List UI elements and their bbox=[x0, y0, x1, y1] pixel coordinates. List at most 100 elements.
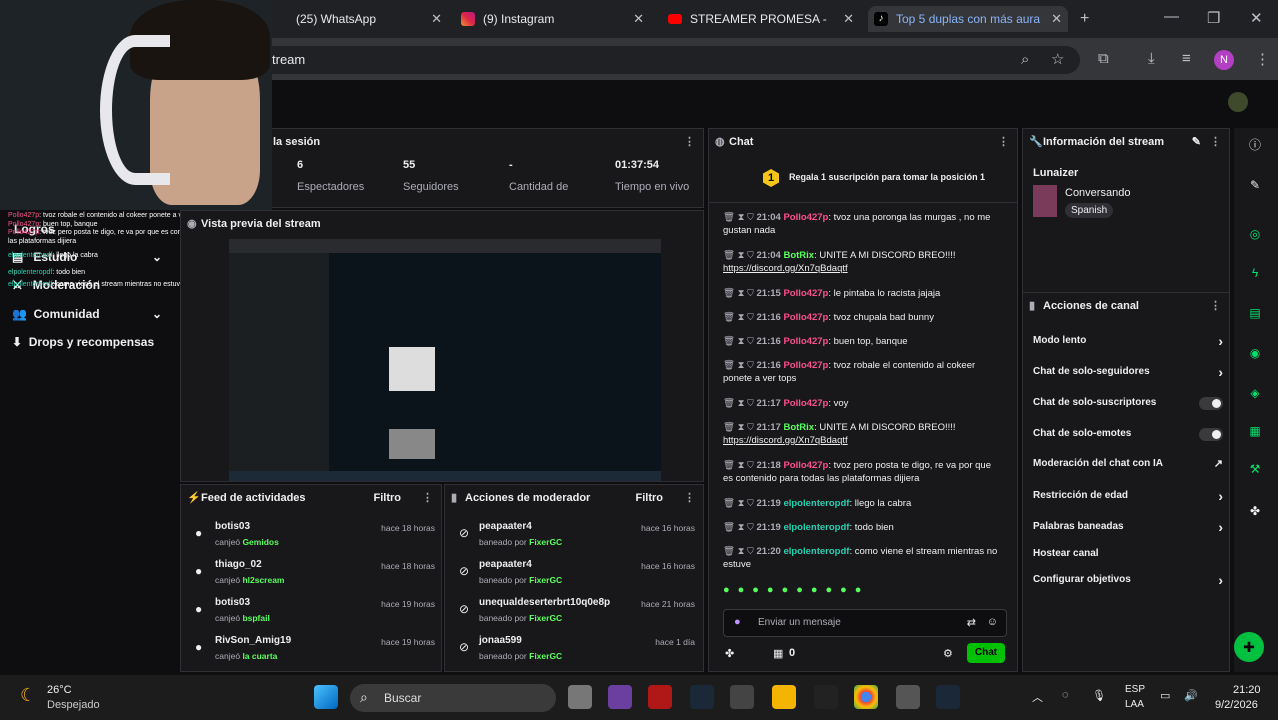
message-link[interactable]: https://discord.gg/Xn7qBdaqtf bbox=[723, 263, 848, 274]
timeout-icon[interactable]: ⧗ bbox=[738, 546, 745, 557]
download-icon[interactable]: ⤓ bbox=[1148, 50, 1155, 67]
trash-icon[interactable]: 🗑 bbox=[723, 522, 735, 533]
app-icon[interactable] bbox=[896, 685, 920, 709]
tab-whatsapp[interactable]: (25) WhatsApp ✕ bbox=[268, 6, 448, 32]
profile-avatar[interactable]: N bbox=[1214, 50, 1234, 70]
browser-menu-icon[interactable]: ⋮ bbox=[1255, 50, 1270, 68]
translate-icon[interactable]: ⇄ bbox=[967, 616, 976, 629]
network-icon[interactable]: ◌ bbox=[1062, 689, 1069, 701]
steam-icon[interactable] bbox=[690, 685, 714, 709]
channel-action-item[interactable]: Modo lento › bbox=[1033, 331, 1223, 351]
epic-games-icon[interactable] bbox=[814, 685, 838, 709]
message-user[interactable]: elpolenteropdf bbox=[783, 522, 849, 533]
trash-icon[interactable]: 🗑 bbox=[723, 250, 735, 261]
user-avatar[interactable] bbox=[1228, 92, 1248, 112]
trash-icon[interactable]: 🗑 bbox=[723, 360, 735, 371]
clock-date[interactable]: 9/2/2026 bbox=[1215, 699, 1258, 711]
message-user[interactable]: elpolenteropdf bbox=[783, 546, 849, 557]
trash-icon[interactable]: 🗑 bbox=[723, 422, 735, 433]
chevron-up-icon[interactable]: ︿ bbox=[1032, 689, 1043, 705]
channel-action-item[interactable]: Restricción de edad › bbox=[1033, 486, 1223, 506]
chat-input[interactable]: ● Enviar un mensaje ⇄ ☺ bbox=[723, 609, 1007, 637]
close-icon[interactable]: ✕ bbox=[843, 11, 854, 27]
more-icon[interactable]: ⋮ bbox=[684, 485, 695, 511]
layout-icon[interactable]: ▦ bbox=[1244, 420, 1266, 442]
more-icon[interactable]: ⋮ bbox=[1210, 293, 1221, 319]
restore-icon[interactable]: ❐ bbox=[1207, 9, 1220, 27]
chrome-icon[interactable] bbox=[854, 685, 878, 709]
message-user[interactable]: elpolenteropdf bbox=[783, 498, 849, 509]
timeout-icon[interactable]: ⧗ bbox=[738, 498, 745, 509]
new-tab-icon[interactable]: + bbox=[1080, 10, 1089, 28]
message-user[interactable]: Pollo427p bbox=[783, 312, 828, 323]
wrench-icon[interactable]: ⚒ bbox=[1244, 458, 1266, 480]
timeout-icon[interactable]: ⧗ bbox=[738, 422, 745, 433]
broadcast-icon[interactable]: ◈ bbox=[1244, 382, 1266, 404]
channel-action-item[interactable]: Moderación del chat con IA ↗ bbox=[1033, 454, 1223, 474]
camera-icon[interactable]: ◎ bbox=[1244, 223, 1266, 245]
zoom-icon[interactable]: ⌕ bbox=[1021, 51, 1029, 68]
chat-bubble-icon[interactable]: ◉ bbox=[1244, 342, 1266, 364]
edit-icon[interactable]: ✎ bbox=[1244, 174, 1266, 196]
settings-icon[interactable]: ⚙ bbox=[943, 647, 953, 660]
tab-youtube[interactable]: STREAMER PROMESA - YouT ✕ bbox=[662, 6, 860, 32]
channel-action-item[interactable]: Hostear canal bbox=[1033, 544, 1223, 564]
lang-layout[interactable]: LAA bbox=[1125, 699, 1144, 710]
app-icon[interactable] bbox=[730, 685, 754, 709]
channel-action-item[interactable]: Chat de solo-suscriptores bbox=[1033, 393, 1223, 413]
message-user[interactable]: BotRix bbox=[783, 422, 814, 433]
timeout-icon[interactable]: ⧗ bbox=[738, 522, 745, 533]
sidebar-item-drops[interactable]: ⬇ Drops y recompensas bbox=[12, 335, 154, 349]
trash-icon[interactable]: 🗑 bbox=[723, 498, 735, 509]
close-icon[interactable]: ✕ bbox=[431, 11, 442, 27]
timeout-icon[interactable]: ⧗ bbox=[738, 336, 745, 347]
trash-icon[interactable]: 🗑 bbox=[723, 212, 735, 223]
timeout-icon[interactable]: ⧗ bbox=[738, 360, 745, 371]
minimize-icon[interactable]: — bbox=[1164, 8, 1179, 25]
edit-icon[interactable]: ✎ bbox=[1192, 129, 1201, 155]
points-area[interactable]: ✤ ▦ 0 bbox=[725, 647, 795, 660]
more-icon[interactable]: ⋮ bbox=[998, 129, 1009, 155]
timeout-icon[interactable]: ⧗ bbox=[738, 312, 745, 323]
lang-code[interactable]: ESP bbox=[1125, 684, 1145, 695]
channel-action-item[interactable]: Chat de solo-emotes bbox=[1033, 424, 1223, 444]
category-name[interactable]: Conversando bbox=[1065, 187, 1130, 199]
file-explorer-icon[interactable] bbox=[772, 685, 796, 709]
more-icon[interactable]: ⋮ bbox=[684, 129, 695, 155]
volume-icon[interactable]: 🔊 bbox=[1184, 689, 1198, 702]
sidebar-item-comunidad[interactable]: 👥 Comunidad ⌄ bbox=[12, 307, 162, 321]
message-user[interactable]: Pollo427p bbox=[783, 336, 828, 347]
clock-time[interactable]: 21:20 bbox=[1233, 684, 1261, 696]
timeout-icon[interactable]: ⧗ bbox=[738, 460, 745, 471]
chat-send-button[interactable]: Chat bbox=[967, 643, 1005, 663]
message-user[interactable]: Pollo427p bbox=[783, 212, 828, 223]
timeout-icon[interactable]: ⧗ bbox=[738, 212, 745, 223]
filter-button[interactable]: Filtro bbox=[636, 485, 664, 511]
trash-icon[interactable]: 🗑 bbox=[723, 398, 735, 409]
timeout-icon[interactable]: ⧗ bbox=[738, 250, 745, 261]
weather-temp[interactable]: 26°C bbox=[47, 684, 72, 696]
more-icon[interactable]: ⋮ bbox=[422, 485, 433, 511]
document-icon[interactable]: ▤ bbox=[1244, 302, 1266, 324]
app-icon[interactable] bbox=[608, 685, 632, 709]
trash-icon[interactable]: 🗑 bbox=[723, 288, 735, 299]
tab-tiktok[interactable]: ♪ Top 5 duplas con más aura ✕ bbox=[868, 6, 1068, 32]
message-user[interactable]: Pollo427p bbox=[783, 398, 828, 409]
close-icon[interactable]: ✕ bbox=[1051, 11, 1062, 27]
tab-instagram[interactable]: (9) Instagram ✕ bbox=[455, 6, 650, 32]
steam-icon[interactable] bbox=[936, 685, 960, 709]
windows-start-icon[interactable] bbox=[314, 685, 338, 709]
message-user[interactable]: BotRix bbox=[783, 250, 814, 261]
display-icon[interactable]: ▭ bbox=[1160, 689, 1170, 702]
info-icon[interactable]: ⓘ bbox=[1244, 134, 1266, 156]
timeout-icon[interactable]: ⧗ bbox=[738, 398, 745, 409]
media-control-icon[interactable]: ≡ bbox=[1182, 50, 1191, 67]
message-user[interactable]: Pollo427p bbox=[783, 460, 828, 471]
mic-icon[interactable]: 🎙 bbox=[1092, 689, 1106, 702]
omnibox[interactable]: tream bbox=[240, 46, 1080, 74]
lightning-icon[interactable]: ϟ bbox=[1244, 262, 1266, 284]
close-icon[interactable]: ✕ bbox=[633, 11, 644, 27]
stream-preview-video[interactable] bbox=[229, 239, 661, 481]
trash-icon[interactable]: 🗑 bbox=[723, 336, 735, 347]
app-icon[interactable] bbox=[648, 685, 672, 709]
